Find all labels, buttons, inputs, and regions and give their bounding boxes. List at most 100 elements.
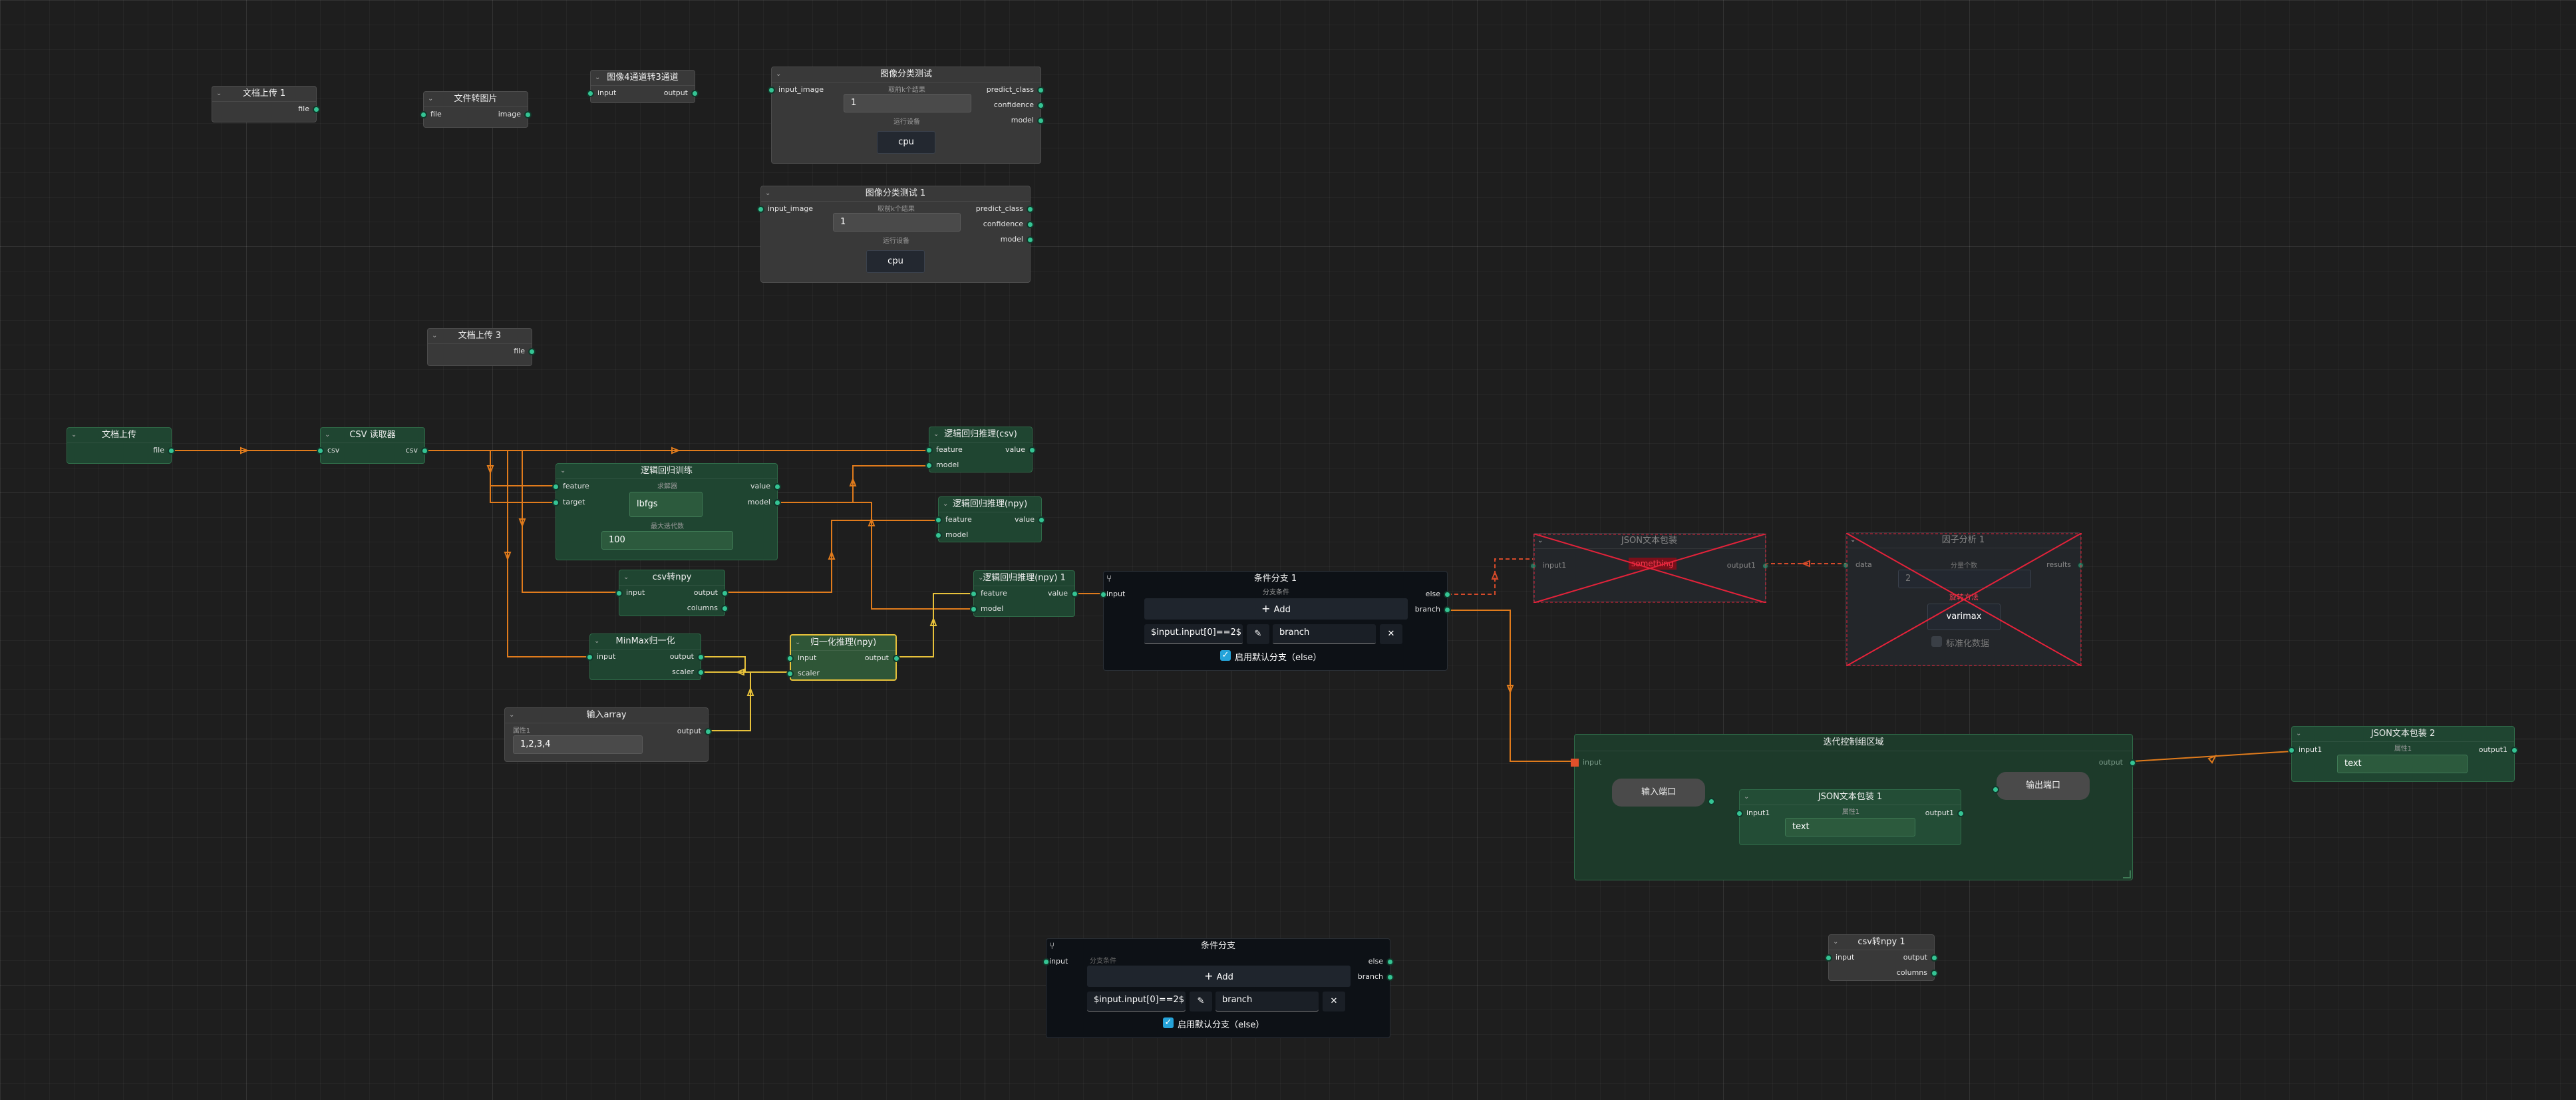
input-port[interactable] <box>1530 562 1537 570</box>
input-port[interactable] <box>925 447 933 454</box>
input-port[interactable] <box>1825 954 1832 962</box>
input-port[interactable] <box>935 532 942 539</box>
node-header[interactable]: ⌄ 文档上传 3 <box>428 329 532 344</box>
node-file-to-image[interactable]: ⌄ 文件转图片 file image <box>420 91 532 128</box>
resize-handle[interactable] <box>2123 870 2131 878</box>
output-port[interactable] <box>421 447 428 455</box>
node-header[interactable]: ⌄ 逻辑回归推理(csv) <box>929 427 1032 443</box>
chevron-down-icon[interactable]: ⌄ <box>1833 935 1838 950</box>
node-header[interactable]: ⌄ JSON文本包装 2 <box>2292 727 2514 742</box>
node-header[interactable]: ⌄ 图像4通道转3通道 <box>591 71 695 86</box>
output-port[interactable] <box>1931 970 1938 977</box>
node-upload-3[interactable]: ⌄ 文档上传 3 file <box>427 328 536 366</box>
add-branch-button[interactable]: + Add <box>1144 598 1408 620</box>
input-port[interactable] <box>1043 958 1050 966</box>
output-port[interactable] <box>528 348 536 355</box>
solver-select[interactable]: lbfgs <box>629 492 703 517</box>
chevron-down-icon[interactable]: ⌄ <box>623 570 629 585</box>
output-port[interactable] <box>1037 102 1045 109</box>
array-value-input[interactable]: 1,2,3,4 <box>513 735 643 754</box>
node-normalize-infer-npy[interactable]: ⌄ 归一化推理(npy) input scaler output <box>786 634 900 681</box>
input-port[interactable] <box>615 590 623 597</box>
output-port[interactable] <box>1386 974 1394 981</box>
node-logreg-infer-npy-1[interactable]: ⌄ 逻辑回归推理(npy) 1 feature model value <box>970 570 1078 617</box>
condition-expression[interactable]: $input.input[0]==2$ <box>1087 992 1186 1011</box>
topk-input[interactable]: 1 <box>833 213 961 232</box>
node-upload-1[interactable]: ⌄ 文档上传 1 file <box>212 86 320 122</box>
input-port[interactable] <box>587 90 594 97</box>
chevron-down-icon[interactable]: ⌄ <box>428 92 433 106</box>
output-port[interactable] <box>1071 590 1078 598</box>
output-port[interactable] <box>1027 236 1034 244</box>
group-input-pill[interactable]: 输入端口 <box>1612 779 1705 807</box>
components-input[interactable]: 2 <box>1898 570 2031 588</box>
node-header[interactable]: ⌄ csv转npy <box>619 570 724 586</box>
output-port[interactable] <box>774 483 781 490</box>
node-image-classification[interactable]: ⌄ 图像分类测试 input_image predict_class confid… <box>768 67 1045 164</box>
input-port[interactable] <box>1736 810 1743 817</box>
node-upload[interactable]: ⌄ 文档上传 file <box>67 427 175 464</box>
chevron-down-icon[interactable]: ⌄ <box>432 329 437 343</box>
node-rgba-to-rgb[interactable]: ⌄ 图像4通道转3通道 input output <box>587 70 699 103</box>
add-branch-button[interactable]: + Add <box>1087 966 1351 987</box>
node-json-wrap[interactable]: ⌄ JSON文本包装 input1 output1 something <box>1530 533 1769 603</box>
output-port[interactable] <box>1027 221 1034 228</box>
node-header[interactable]: ⌄ 文档上传 <box>67 428 171 443</box>
node-csv-to-npy[interactable]: ⌄ csv转npy input output columns <box>615 570 728 616</box>
input-port[interactable] <box>1100 591 1107 598</box>
chevron-down-icon[interactable]: ⌄ <box>1537 534 1543 548</box>
chevron-down-icon[interactable]: ⌄ <box>765 186 770 201</box>
input-port[interactable] <box>935 516 942 524</box>
output-port[interactable] <box>705 728 712 735</box>
output-port[interactable] <box>721 590 728 597</box>
output-port[interactable] <box>697 669 705 676</box>
edit-button[interactable]: ✎ <box>1247 624 1269 644</box>
device-select[interactable]: cpu <box>877 131 935 154</box>
output-port[interactable] <box>168 447 175 455</box>
node-csv-to-npy-1[interactable]: ⌄ csv转npy 1 input output columns <box>1825 934 1938 981</box>
node-minmax-normalize[interactable]: ⌄ MinMax归一化 input output scaler <box>586 634 705 680</box>
input-port[interactable] <box>786 655 794 662</box>
input-port[interactable] <box>2288 747 2295 754</box>
node-header[interactable]: ⑂ 条件分支 1 <box>1104 572 1447 586</box>
node-header[interactable]: ⌄ 因子分析 1 <box>1846 533 2080 548</box>
chevron-down-icon[interactable]: ⌄ <box>1850 533 1855 548</box>
node-condition-branch[interactable]: ⑂ 条件分支 分支条件 input else branch + Add $inpu… <box>1043 938 1394 1038</box>
workflow-canvas[interactable]: ⌄ 文档上传 1 file ⌄ 文件转图片 file image ⌄ 图像4通道转3通… <box>0 0 2576 1100</box>
chevron-down-icon[interactable]: ⌄ <box>795 636 800 650</box>
check-icon[interactable]: ✓ <box>1163 1017 1174 1028</box>
output-port[interactable] <box>697 653 705 661</box>
node-header[interactable]: ⌄ JSON文本包装 1 <box>1740 790 1961 805</box>
chevron-down-icon[interactable]: ⌄ <box>560 464 565 478</box>
node-header[interactable]: ⌄ 逻辑回归训练 <box>556 464 777 479</box>
node-header[interactable]: ⌄ MinMax归一化 <box>590 634 701 649</box>
chevron-down-icon[interactable]: ⌄ <box>594 634 599 649</box>
node-header[interactable]: ⌄ 归一化推理(npy) <box>791 636 895 651</box>
output-port[interactable] <box>1931 954 1938 962</box>
input-port[interactable] <box>768 87 775 94</box>
node-header[interactable]: ⌄ 图像分类测试 <box>772 67 1041 83</box>
input-port[interactable] <box>970 590 977 598</box>
output-port[interactable] <box>774 499 781 506</box>
output-port[interactable] <box>1029 447 1036 454</box>
property-value-input[interactable]: text <box>1785 818 1915 836</box>
chevron-down-icon[interactable]: ⌄ <box>943 497 948 512</box>
node-header[interactable]: ⌄ 输入array <box>505 708 708 723</box>
remove-branch-button[interactable]: ✕ <box>1323 992 1345 1011</box>
input-port[interactable] <box>586 653 593 661</box>
max-iter-input[interactable]: 100 <box>601 531 733 550</box>
output-port[interactable] <box>1957 810 1965 817</box>
chevron-down-icon[interactable]: ⌄ <box>978 571 983 586</box>
node-json-wrap-2[interactable]: ⌄ JSON文本包装 2 属性1 text input1 output1 <box>2288 726 2518 782</box>
remove-branch-button[interactable]: ✕ <box>1380 624 1402 644</box>
node-header[interactable]: ⌄ 逻辑回归推理(npy) 1 <box>974 571 1074 586</box>
pill-input-port[interactable] <box>1992 786 1999 793</box>
node-header[interactable]: ⌄ 文档上传 1 <box>212 87 316 102</box>
chevron-down-icon[interactable]: ⌄ <box>325 428 330 443</box>
output-port[interactable] <box>1038 516 1045 524</box>
output-port[interactable] <box>2129 759 2136 767</box>
output-port[interactable] <box>1027 206 1034 213</box>
output-port[interactable] <box>1386 958 1394 966</box>
edit-button[interactable]: ✎ <box>1190 992 1212 1011</box>
node-header[interactable]: ⌄ 文件转图片 <box>424 92 528 107</box>
